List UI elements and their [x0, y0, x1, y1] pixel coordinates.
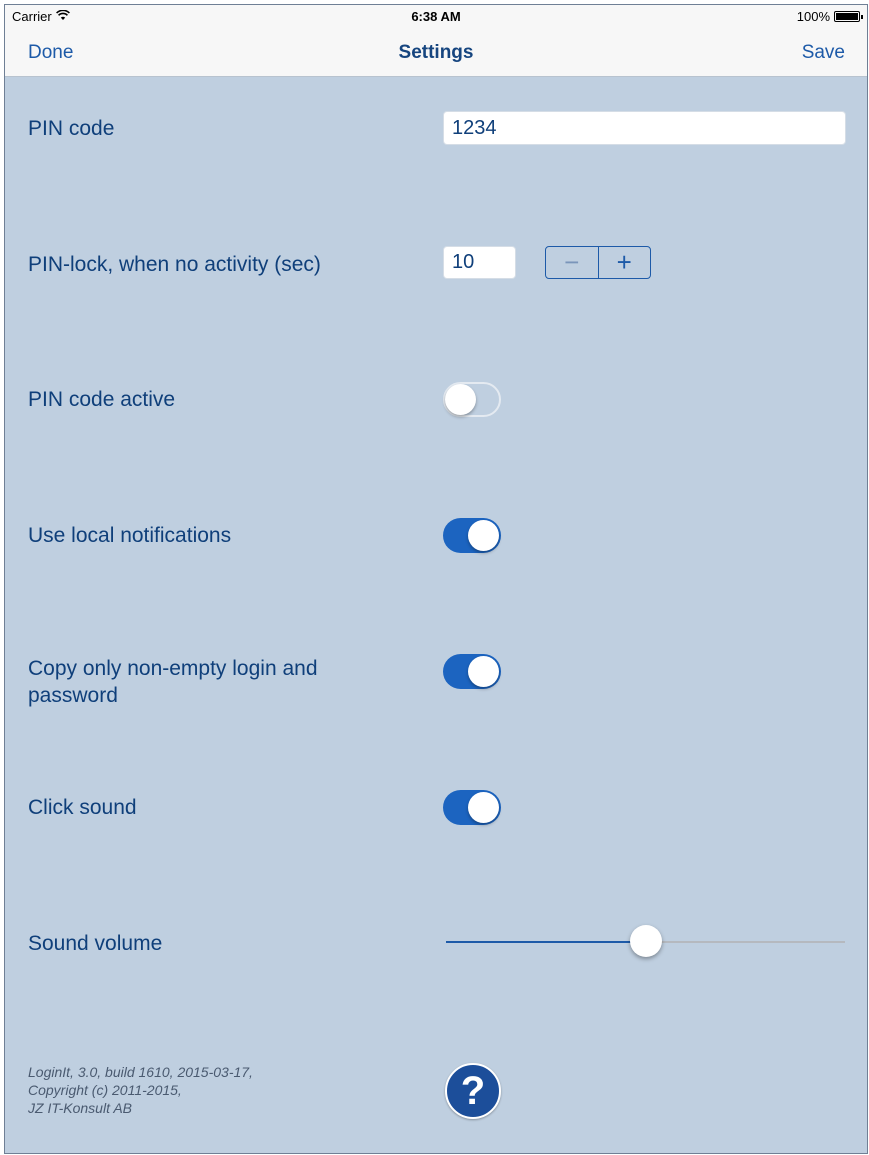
question-mark-icon: ?	[460, 1069, 486, 1113]
copy-nonempty-label: Copy only non-empty login and password	[28, 655, 318, 709]
save-button[interactable]: Save	[802, 42, 845, 64]
toggle-knob	[468, 792, 499, 823]
copyright-line: Copyright (c) 2011-2015,	[28, 1082, 182, 1098]
toggle-knob	[468, 656, 499, 687]
battery-percent: 100%	[796, 9, 830, 24]
click-sound-toggle[interactable]	[443, 790, 501, 825]
local-notifications-toggle[interactable]	[443, 518, 501, 553]
slider-fill	[446, 941, 646, 943]
copy-nonempty-toggle[interactable]	[443, 654, 501, 689]
decrement-button[interactable]: −	[546, 247, 599, 278]
status-right: 100%	[796, 9, 863, 24]
pin-lock-label: PIN-lock, when no activity (sec)	[28, 253, 321, 276]
pin-code-label: PIN code	[28, 117, 115, 140]
slider-thumb[interactable]	[630, 925, 662, 957]
local-notifications-label: Use local notifications	[28, 524, 232, 547]
toggle-knob	[445, 384, 476, 415]
pin-lock-seconds-input[interactable]	[443, 246, 516, 279]
sound-volume-label: Sound volume	[28, 932, 163, 955]
pin-lock-stepper: − +	[545, 246, 651, 279]
copy-nonempty-label-line1: Copy only non-empty login and	[28, 657, 318, 680]
version-line: LoginIt, 3.0, build 1610, 2015-03-17,	[28, 1064, 253, 1080]
company-line: JZ IT-Konsult AB	[28, 1100, 133, 1116]
pin-active-toggle[interactable]	[443, 382, 501, 417]
pin-code-input[interactable]	[443, 111, 846, 145]
click-sound-label: Click sound	[28, 796, 137, 819]
status-time: 6:38 AM	[411, 9, 461, 24]
version-info: LoginIt, 3.0, build 1610, 2015-03-17, Co…	[28, 1063, 253, 1117]
status-bar: Carrier 6:38 AM 100%	[5, 5, 867, 27]
help-button[interactable]: ?	[445, 1063, 501, 1119]
sound-volume-slider[interactable]	[446, 925, 845, 959]
copy-nonempty-label-line2: password	[28, 684, 118, 707]
toggle-knob	[468, 520, 499, 551]
battery-icon	[834, 11, 863, 22]
increment-button[interactable]: +	[599, 247, 651, 278]
page-title: Settings	[398, 42, 474, 63]
settings-screen: Carrier 6:38 AM 100% Done Settings Save …	[4, 4, 868, 1154]
nav-bar: Done Settings Save	[5, 27, 867, 77]
pin-active-label: PIN code active	[28, 388, 176, 411]
